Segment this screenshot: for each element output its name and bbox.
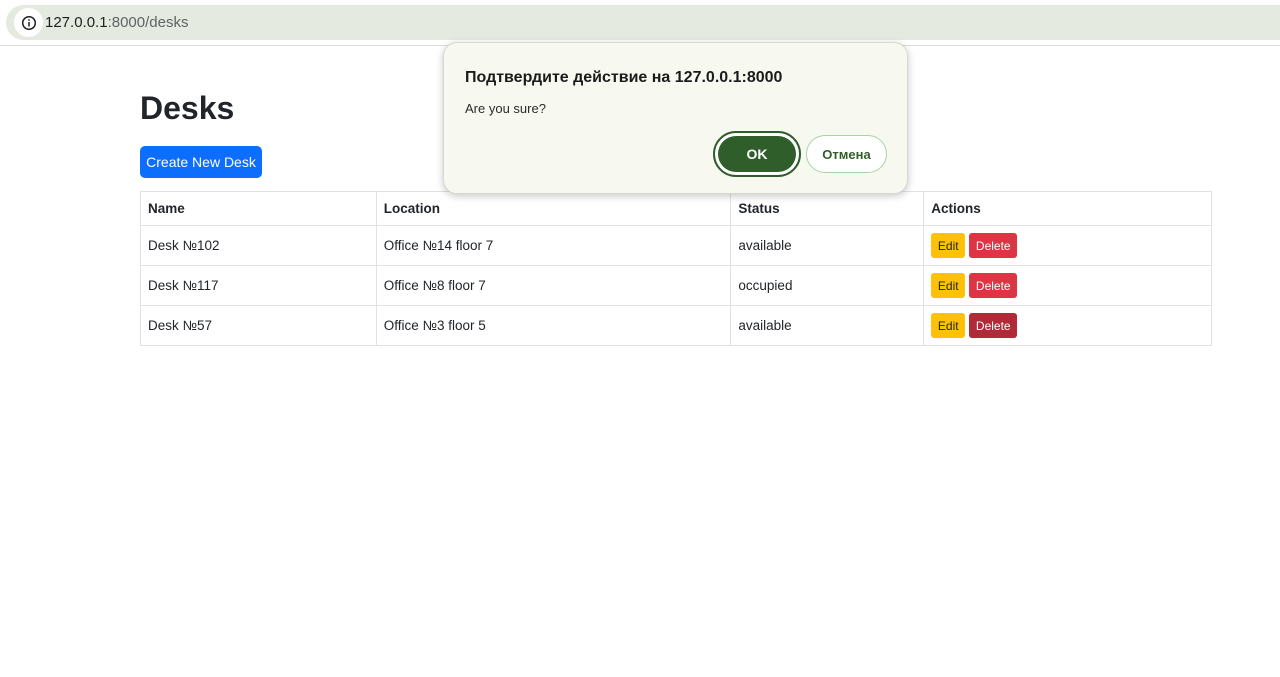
create-desk-button[interactable]: Create New Desk — [140, 146, 262, 178]
dialog-message: Are you sure? — [465, 101, 546, 116]
edit-button[interactable]: Edit — [931, 273, 966, 298]
address-bar[interactable]: 127.0.0.1:8000/desks — [6, 5, 1280, 40]
desk-actions: Edit Delete — [923, 305, 1212, 346]
desk-location: Office №14 floor 7 — [375, 225, 732, 266]
edit-button[interactable]: Edit — [931, 233, 966, 258]
url-path: :8000/desks — [107, 14, 189, 31]
browser-toolbar: 127.0.0.1:8000/desks — [0, 0, 1280, 46]
url-text[interactable]: 127.0.0.1:8000/desks — [45, 14, 188, 31]
ok-button-label: OK — [718, 136, 796, 172]
desk-actions: Edit Delete — [923, 265, 1212, 306]
ok-button[interactable]: OK — [713, 131, 801, 177]
column-header-actions: Actions — [923, 191, 1212, 226]
page-title: Desks — [140, 90, 235, 126]
table-row: Desk №57 Office №3 floor 5 available Edi… — [140, 305, 1212, 346]
info-icon[interactable] — [14, 8, 43, 37]
desk-location: Office №8 floor 7 — [375, 265, 732, 306]
table-row: Desk №117 Office №8 floor 7 occupied Edi… — [140, 265, 1212, 306]
desk-name: Desk №57 — [140, 305, 377, 346]
column-header-location: Location — [375, 191, 732, 226]
cancel-button[interactable]: Отмена — [806, 135, 887, 173]
desk-name: Desk №102 — [140, 225, 377, 266]
desk-name: Desk №117 — [140, 265, 377, 306]
delete-button[interactable]: Delete — [969, 233, 1018, 258]
table-header-row: Name Location Status Actions — [140, 191, 1212, 226]
desk-actions: Edit Delete — [923, 225, 1212, 266]
dialog-title: Подтвердите действие на 127.0.0.1:8000 — [465, 69, 783, 86]
desk-status: available — [730, 305, 925, 346]
desk-status: available — [730, 225, 925, 266]
desk-status: occupied — [730, 265, 925, 306]
delete-button[interactable]: Delete — [969, 273, 1018, 298]
desk-location: Office №3 floor 5 — [375, 305, 732, 346]
confirm-dialog: Подтвердите действие на 127.0.0.1:8000 A… — [443, 42, 908, 194]
column-header-status: Status — [730, 191, 925, 226]
delete-button[interactable]: Delete — [969, 313, 1018, 338]
edit-button[interactable]: Edit — [931, 313, 966, 338]
table-row: Desk №102 Office №14 floor 7 available E… — [140, 225, 1212, 266]
desks-table: Name Location Status Actions Desk №102 O… — [140, 191, 1212, 346]
url-host: 127.0.0.1 — [45, 14, 108, 31]
column-header-name: Name — [140, 191, 377, 226]
